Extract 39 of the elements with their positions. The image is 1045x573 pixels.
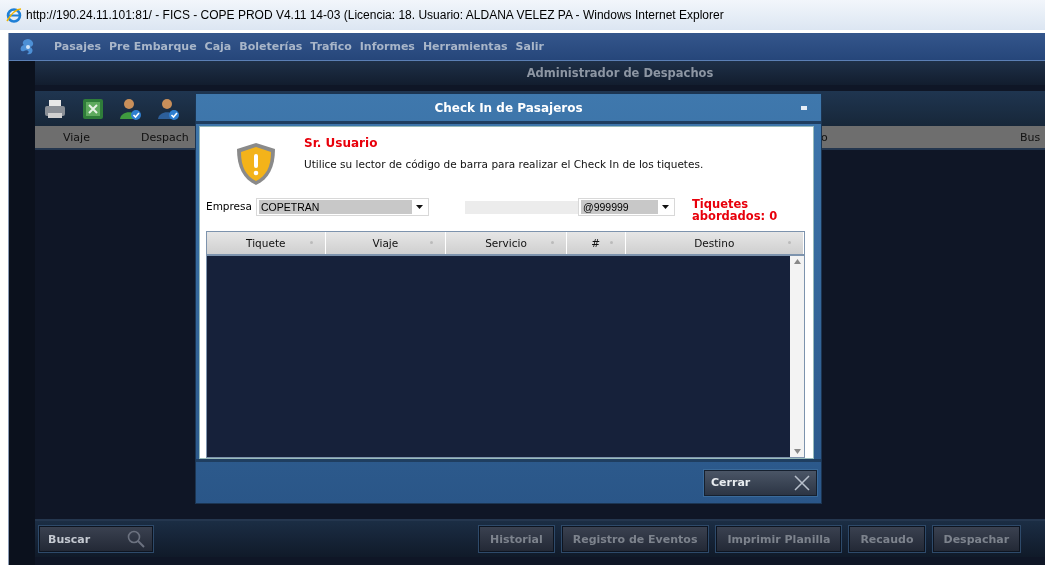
instruction-text: Utilice su lector de código de barra para realizar el Check In de los tiquetes.	[304, 158, 704, 170]
close-icon	[794, 474, 810, 491]
menu-item[interactable]: Informes	[359, 40, 415, 53]
scrollbar[interactable]	[790, 255, 804, 457]
column-header[interactable]: #	[566, 231, 626, 254]
window-title: http://190.24.11.101:81/ - FICS - COPE PROD V4.11 14-03 (Licencia: 18. Usuario: ALDANA VELEZ PA - Windows Internet Explorer	[26, 8, 724, 22]
scroll-up-icon[interactable]	[793, 258, 801, 264]
column-header[interactable]: Viaje	[325, 231, 447, 254]
menu-item[interactable]: Caja	[204, 40, 232, 53]
panel-title: Administrador de Despachos	[526, 66, 714, 80]
menu-item[interactable]: Pre Embarque	[108, 40, 197, 53]
menu-item[interactable]: Herramientas	[422, 40, 508, 53]
column-header[interactable]: Servicio	[446, 231, 567, 254]
input-field[interactable]	[465, 200, 578, 214]
close-button[interactable]: Cerrar	[704, 469, 817, 496]
user-check-icon[interactable]	[157, 96, 181, 121]
code-dropdown[interactable]: @999999	[578, 197, 675, 216]
warning-shield-icon	[234, 141, 278, 187]
search-button[interactable]: Buscar	[39, 526, 153, 552]
menu-item[interactable]: Boleterías	[239, 40, 303, 53]
column-header: Bus	[1020, 130, 1041, 144]
column-header[interactable]: Destino	[625, 231, 804, 254]
search-icon	[126, 529, 146, 549]
browser-icon	[6, 7, 22, 23]
menu-item[interactable]: Pasajes	[54, 40, 101, 53]
menu-item[interactable]: Trafico	[310, 40, 352, 53]
warning-heading: Sr. Usuario	[304, 136, 379, 150]
column-header[interactable]: Tiquete	[207, 231, 326, 254]
spreadsheet-icon[interactable]	[81, 96, 105, 121]
company-dropdown[interactable]: COPETRAN	[256, 197, 429, 216]
column-header: Viaje	[63, 130, 90, 144]
scroll-down-icon[interactable]	[793, 449, 801, 454]
column-header: Despach	[141, 130, 189, 144]
field-label: Empresa	[206, 199, 253, 212]
user-check-icon[interactable]	[119, 96, 143, 121]
column-header: o	[821, 130, 828, 144]
menu-item[interactable]: Salir	[515, 40, 544, 53]
boarded-counter: Tiquetes abordados: 0	[692, 197, 779, 222]
dialog-title: Check In de Pasajeros	[434, 100, 583, 115]
